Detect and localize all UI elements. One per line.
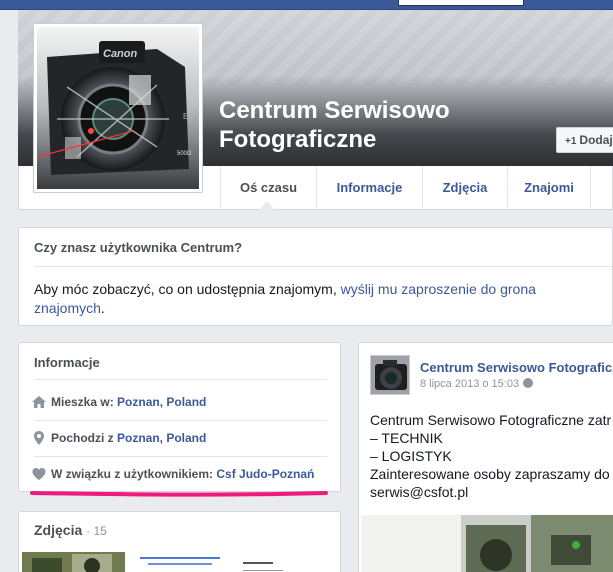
active-tab-indicator [259,201,275,210]
post-text-line: – TECHNIK [370,430,443,446]
profile-name-line-2: Fotograficzne [219,126,377,153]
photo-thumbnail[interactable] [235,552,339,572]
photo-thumbnail[interactable] [128,552,232,572]
post-text: Centrum Serwisowo Fotograficzne zatr – T… [370,411,613,501]
info-card: Informacje Mieszka w: Poznan, Poland Poc… [18,342,341,492]
info-title[interactable]: Informacje [34,355,100,370]
info-row-from: Pochodzi z Poznan, Poland [31,430,206,448]
lives-in-link[interactable]: Poznan, Poland [117,395,206,409]
post-text-line: Zainteresowane osoby zapraszamy do [370,466,610,482]
post-timestamp[interactable]: 8 lipca 2013 o 15:03 [420,378,519,390]
divider [34,456,327,457]
add-friend-label: Dodaj [579,133,613,147]
photos-title-label: Zdjęcia [34,522,83,538]
invite-text-prefix: Aby móc zobaczyć, co on udostępnia znajo… [34,281,341,297]
info-row-relationship: W związku z użytkownikiem: Csf Judo-Pozn… [31,466,314,484]
location-pin-icon [34,431,44,445]
tab-label: Informacje [336,180,403,195]
globe-icon[interactable] [523,378,534,388]
profile-name-line-1: Centrum Serwisowo [219,97,450,124]
relationship-link[interactable]: Csf Judo-Poznań [216,467,314,481]
invite-text: Aby móc zobaczyć, co on udostępnia znajo… [34,280,574,318]
divider [34,266,612,267]
home-icon [32,396,46,408]
post-meta: 8 lipca 2013 o 15:03 [420,378,534,390]
post-image[interactable] [361,515,613,572]
search-box[interactable] [398,0,524,6]
camera-image [371,356,409,394]
svg-text:500D: 500D [177,151,192,157]
profile-picture[interactable]: Canon 500D EOS [33,23,203,193]
tab-photos[interactable]: Zdjęcia [422,166,507,209]
divider [34,420,327,421]
from-link[interactable]: Poznan, Poland [117,431,206,445]
photo-thumbnail[interactable] [22,552,125,572]
add-friend-button[interactable]: +1 Dodaj [556,127,613,153]
invite-text-suffix: . [100,300,105,316]
photos-count: · 15 [86,524,107,538]
photos-card: Zdjęcia · 15 [18,511,341,572]
tab-label: Zdjęcia [442,180,488,195]
invite-title: Czy znasz użytkownika Centrum? [34,240,243,255]
svg-text:Canon: Canon [103,48,138,60]
post-text-line: serwis@csfot.pl [370,484,469,500]
post-text-line: – LOGISTYK [370,448,452,464]
tab-about[interactable]: Informacje [316,166,422,209]
post-author-avatar[interactable] [370,355,410,395]
lives-in-label: Mieszka w: [51,395,118,409]
photos-title[interactable]: Zdjęcia · 15 [34,522,107,538]
heart-icon [32,468,46,480]
divider [34,379,327,380]
tab-label: Oś czasu [239,180,298,195]
svg-text:EOS: EOS [183,112,199,121]
tab-more[interactable] [590,166,613,209]
relationship-label: W związku z użytkownikiem: [51,467,217,481]
profile-name[interactable]: Centrum Serwisowo Fotograficzne [219,96,450,154]
add-friend-icon: +1 [565,136,577,147]
timeline-post: Centrum Serwisowo Fotograficzne 8 lipca … [358,342,613,572]
post-author-name[interactable]: Centrum Serwisowo Fotograficzne [420,360,613,375]
tab-label: Znajomi [524,180,574,195]
friend-invite-card: Czy znasz użytkownika Centrum? Aby móc z… [18,227,613,326]
camera-image: Canon 500D EOS [37,27,199,189]
info-row-lives-in: Mieszka w: Poznan, Poland [31,394,206,412]
highlight-underline [30,491,328,497]
from-label: Pochodzi z [51,431,117,445]
top-navigation-bar [0,0,613,10]
tab-friends[interactable]: Znajomi [507,166,590,209]
post-text-line: Centrum Serwisowo Fotograficzne zatr [370,412,612,428]
